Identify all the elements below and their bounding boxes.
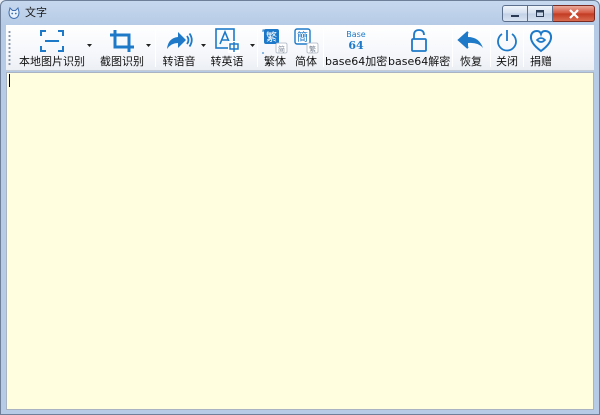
- toolbar-separator: [323, 29, 324, 67]
- text-to-speech-button[interactable]: 转语音: [158, 25, 200, 71]
- power-icon: [497, 30, 517, 52]
- to-simplified-button[interactable]: 簡 繁 简体: [291, 25, 321, 71]
- donate-button[interactable]: 捐赠: [525, 25, 557, 71]
- app-logo-icon: [8, 7, 20, 20]
- toolbar-separator: [257, 29, 258, 67]
- minimize-button[interactable]: [502, 5, 528, 22]
- power-close-label: 关闭: [496, 55, 518, 68]
- power-close-button[interactable]: 关闭: [492, 25, 522, 71]
- restore-button[interactable]: 恢复: [454, 25, 488, 71]
- text-editor-area[interactable]: [6, 72, 594, 410]
- base64-encode-label: base64加密: [325, 55, 388, 68]
- share-sound-icon: [167, 32, 193, 49]
- scan-frame-icon: [40, 30, 64, 52]
- minimize-icon: [511, 14, 519, 17]
- donate-label: 捐赠: [530, 55, 552, 68]
- svg-text:简: 简: [278, 45, 285, 54]
- close-icon: [568, 8, 579, 19]
- svg-text:64: 64: [348, 39, 364, 52]
- window-controls: [502, 5, 595, 22]
- local-image-ocr-dropdown[interactable]: [86, 43, 93, 49]
- text-to-speech-label: 转语音: [162, 55, 196, 68]
- translate-icon: [215, 28, 240, 53]
- text-editor[interactable]: [7, 73, 593, 409]
- base64-icon: Base 64: [346, 30, 366, 52]
- svg-text:繁: 繁: [266, 30, 277, 44]
- svg-text:繁: 繁: [309, 45, 316, 54]
- traditional-chinese-icon: 繁 简: [262, 29, 288, 54]
- translate-english-button[interactable]: 转英语: [206, 25, 248, 71]
- toolbar-separator: [452, 29, 453, 67]
- base64-decode-button[interactable]: base64解密: [388, 25, 450, 71]
- maximize-button[interactable]: [528, 5, 553, 22]
- toolbar-separator: [523, 29, 524, 67]
- main-toolbar: 本地图片识别 截图识别 转语音 转英语 繁 简 繁体 簡 繁 简体 Base 6…: [6, 25, 594, 71]
- crop-icon: [110, 30, 134, 52]
- toolbar-separator: [490, 29, 491, 67]
- base64-encode-button[interactable]: Base 64 base64加密: [325, 25, 387, 71]
- base64-decode-label: base64解密: [388, 55, 451, 68]
- restore-label: 恢复: [460, 55, 482, 68]
- title-bar[interactable]: 文字: [1, 1, 599, 25]
- donate-heart-icon: [529, 29, 553, 53]
- toolbar-grip[interactable]: [8, 30, 11, 66]
- local-image-ocr-label: 本地图片识别: [19, 55, 85, 68]
- screenshot-ocr-dropdown[interactable]: [145, 43, 152, 49]
- window-title: 文字: [25, 6, 47, 19]
- close-window-button[interactable]: [553, 5, 595, 22]
- text-caret: [9, 74, 10, 87]
- simplified-chinese-icon: 簡 繁: [294, 28, 319, 54]
- local-image-ocr-button[interactable]: 本地图片识别: [16, 25, 88, 71]
- svg-text:簡: 簡: [297, 30, 308, 44]
- translate-english-label: 转英语: [210, 55, 244, 68]
- to-traditional-label: 繁体: [264, 55, 286, 68]
- maximize-icon: [536, 10, 544, 17]
- toolbar-separator: [155, 29, 156, 67]
- to-simplified-label: 简体: [295, 55, 317, 68]
- unlock-icon: [411, 29, 427, 52]
- screenshot-ocr-button[interactable]: 截图识别: [94, 25, 150, 71]
- screenshot-ocr-label: 截图识别: [100, 55, 144, 68]
- svg-text:Base: Base: [346, 30, 366, 39]
- to-traditional-button[interactable]: 繁 简 繁体: [260, 25, 290, 71]
- translate-english-dropdown[interactable]: [249, 43, 256, 49]
- undo-all-icon: [457, 31, 483, 49]
- app-window: 文字 本地图片识别 截图识别 转语音 转英语 繁 简 繁体 簡 繁 简体 Bas…: [0, 0, 600, 415]
